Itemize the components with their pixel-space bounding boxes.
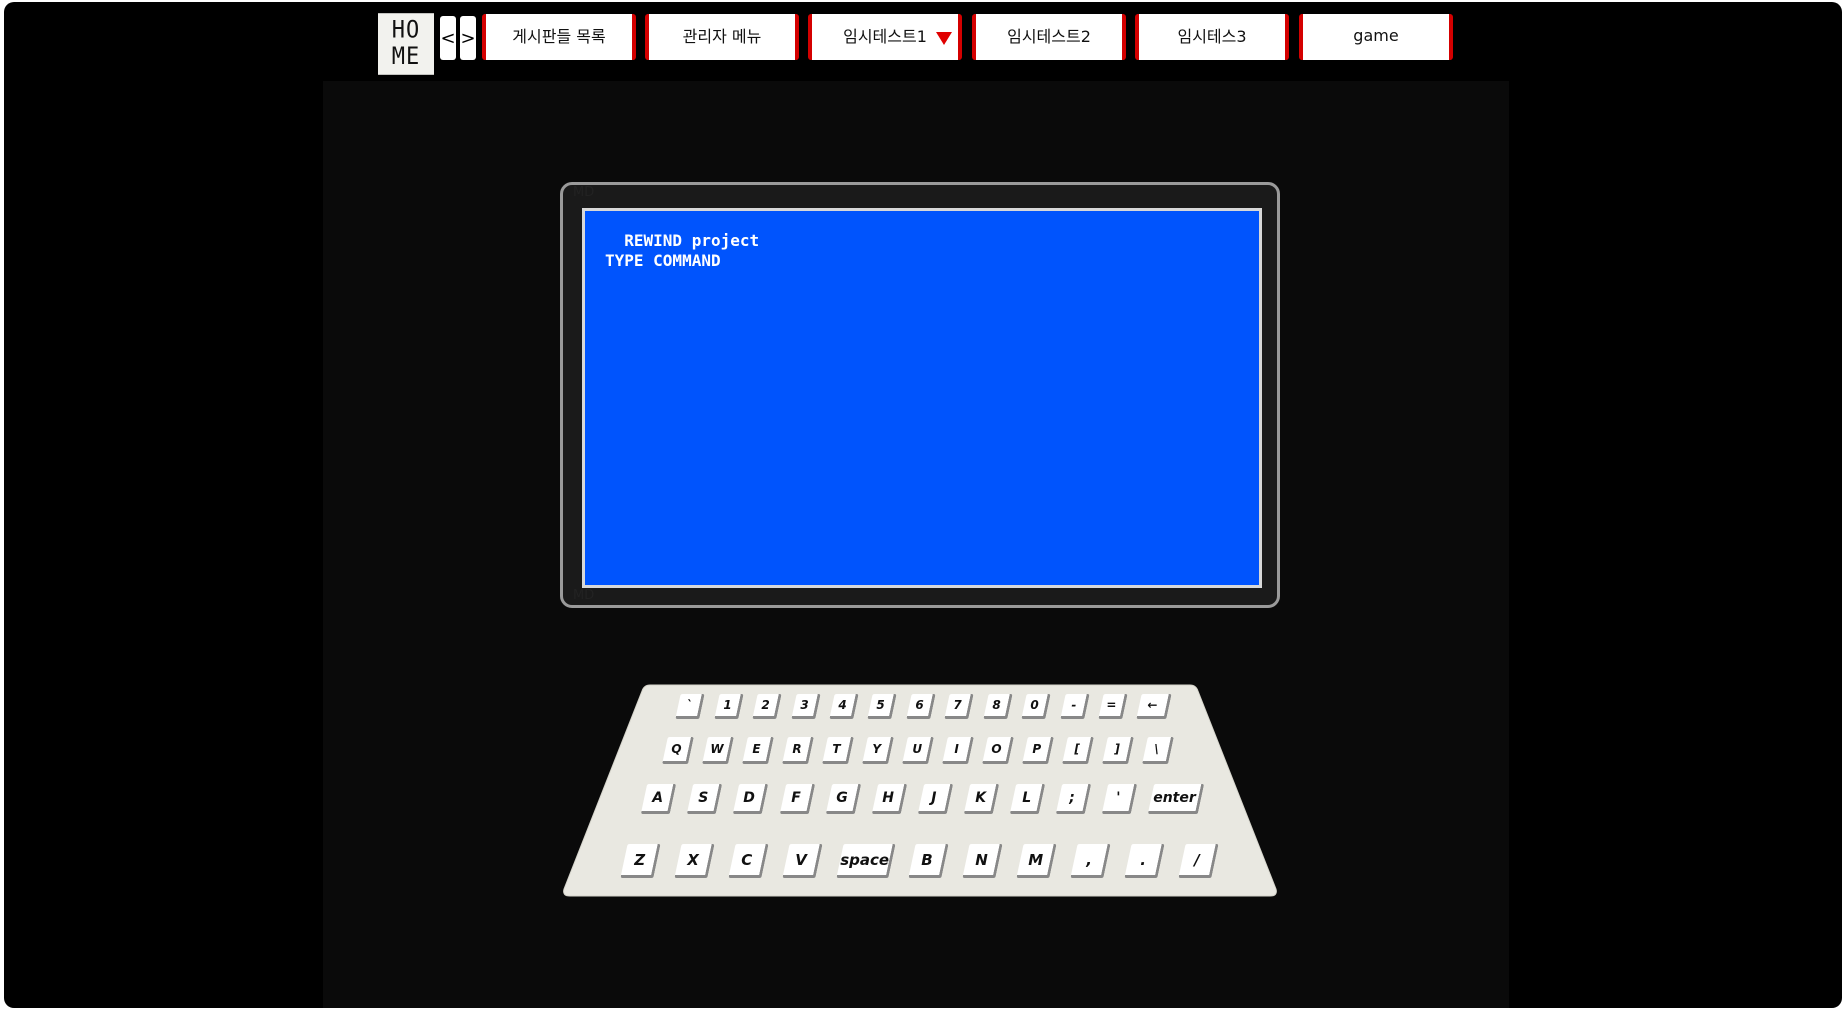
forward-button[interactable]: > bbox=[460, 16, 476, 60]
terminal-line-title: REWIND project bbox=[605, 231, 760, 250]
tab-admin-menu[interactable]: 관리자 메뉴 bbox=[645, 14, 799, 60]
keyboard: ` 1 2 3 4 5 6 7 8 0 - = ← Q W E R T Y U … bbox=[562, 683, 1278, 898]
tab-game[interactable]: game bbox=[1299, 14, 1453, 60]
tab-label: 임시테스트1 bbox=[843, 27, 927, 46]
tab-label: game bbox=[1353, 25, 1399, 45]
back-button[interactable]: < bbox=[440, 16, 456, 60]
tab-temp-test-1[interactable]: 임시테스트1 bbox=[808, 14, 962, 60]
key-enter[interactable]: enter bbox=[1147, 784, 1205, 814]
terminal-line-prompt: TYPE COMMAND bbox=[605, 251, 721, 270]
monitor: MD REWIND project TYPE COMMAND MD bbox=[560, 182, 1280, 608]
tab-temp-test-3[interactable]: 임시테스3 bbox=[1135, 14, 1289, 60]
key-backspace[interactable]: ← bbox=[1136, 694, 1172, 719]
tab-label: 임시테스트2 bbox=[1007, 27, 1091, 46]
tab-label: 게시판들 목록 bbox=[512, 27, 606, 46]
key-space[interactable]: space bbox=[836, 844, 896, 878]
tab-temp-test-2[interactable]: 임시테스트2 bbox=[972, 14, 1126, 60]
terminal-screen[interactable]: REWIND project TYPE COMMAND bbox=[582, 208, 1262, 588]
monitor-bottom-label: MD bbox=[573, 588, 595, 603]
home-button[interactable]: HO ME bbox=[378, 13, 434, 75]
monitor-top-label: MD bbox=[573, 185, 595, 200]
tab-label: 임시테스3 bbox=[1177, 27, 1247, 46]
triangle-down-icon[interactable] bbox=[936, 32, 952, 45]
app-frame: HO ME < > 게시판들 목록 관리자 메뉴 임시테스트1 임시테스트2 임… bbox=[4, 2, 1842, 1008]
tab-board-list[interactable]: 게시판들 목록 bbox=[482, 14, 636, 60]
tab-label: 관리자 메뉴 bbox=[682, 27, 762, 46]
